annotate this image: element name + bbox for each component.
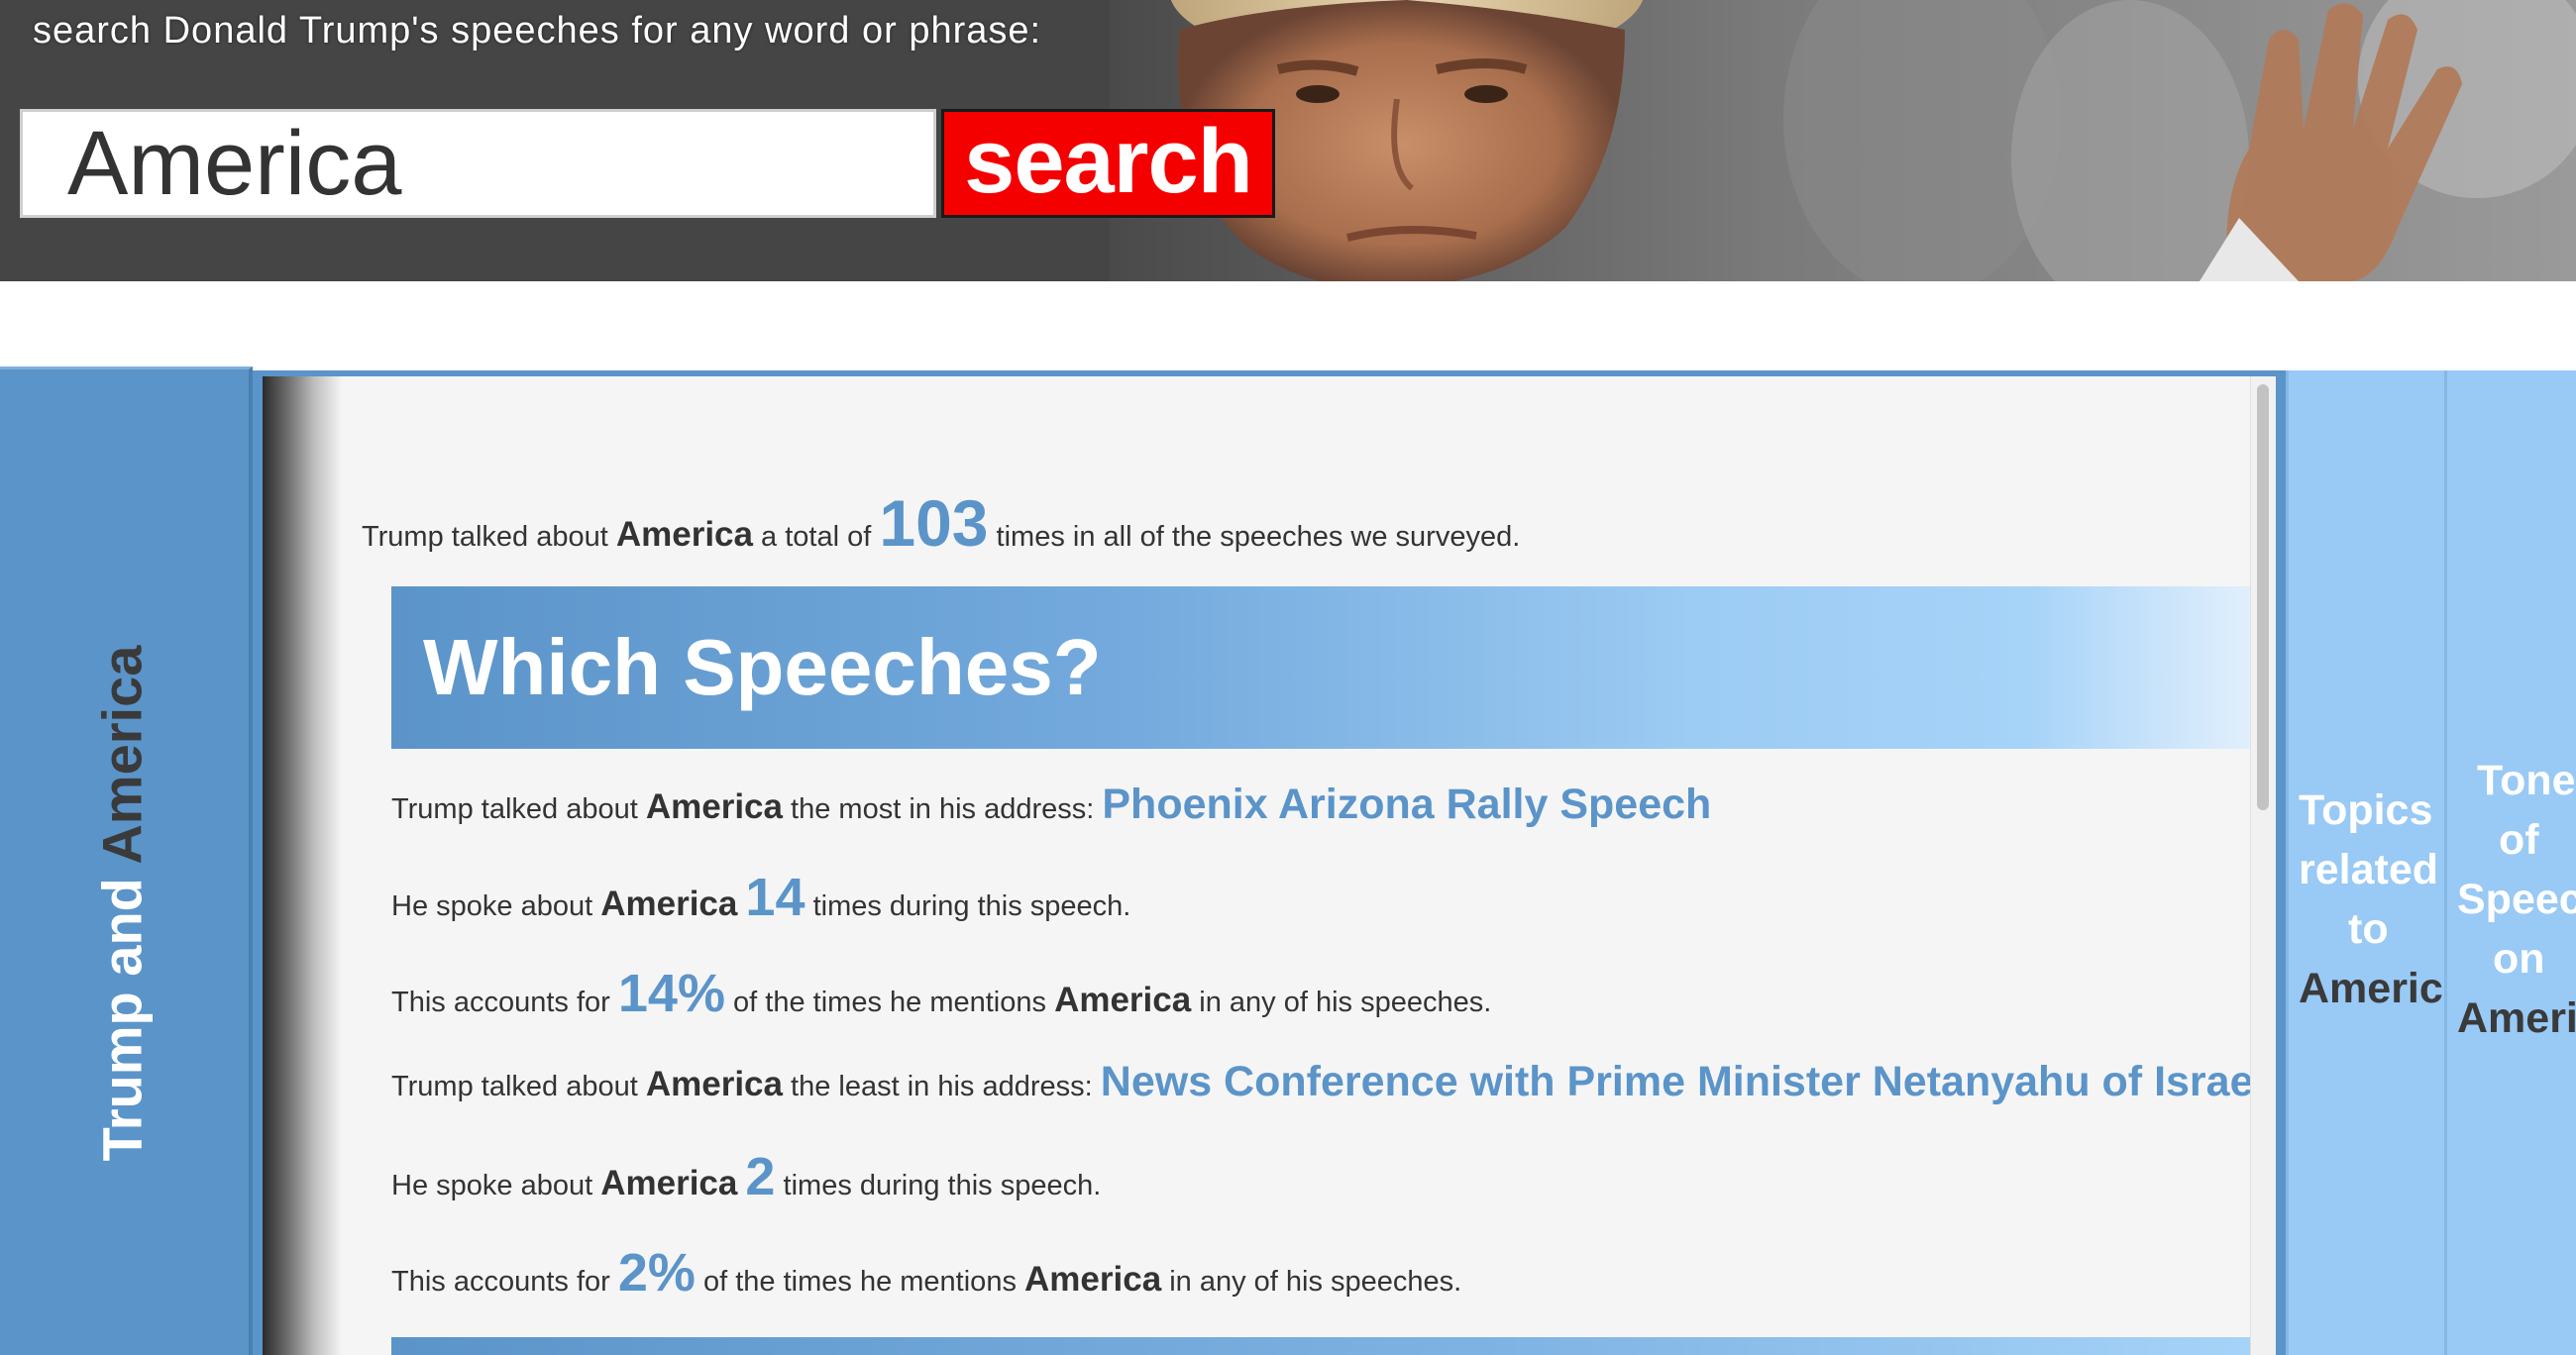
most-count-post: times during this speech. [812, 890, 1131, 922]
least-speech-link[interactable]: News Conference with Prime Minister Neta… [1101, 1058, 2254, 1105]
tab-tone-of-speech[interactable]: Tone of Speec on Ameri [2444, 370, 2576, 1355]
summary-post: times in all of the speeches we surveyed… [996, 521, 1521, 553]
search-input[interactable] [20, 109, 936, 218]
most-term: America [645, 787, 783, 826]
next-section-header [391, 1337, 2250, 1355]
tab-label-term: America [90, 645, 154, 865]
header-banner: search Donald Trump's speeches for any w… [0, 0, 2576, 281]
least-pre: Trump talked about [391, 1071, 638, 1102]
tab-tone-label: Tone of Speec on Ameri [2457, 751, 2576, 1048]
tone-line-5: Ameri [2457, 994, 2576, 1042]
most-mid: the most in his address: [791, 793, 1095, 825]
tone-line-1: Tone [2477, 757, 2576, 804]
least-percent-line: This accounts for 2% of the times he men… [391, 1242, 1461, 1303]
most-pct-mid: of the times he mentions [733, 987, 1046, 1018]
most-pre: Trump talked about [391, 793, 638, 825]
least-pct-term: America [1024, 1260, 1162, 1299]
content-panel[interactable]: Trump talked about America a total of 10… [263, 376, 2276, 1355]
topics-line-3: to [2348, 905, 2389, 953]
tab-label-prefix: Trump and [90, 878, 154, 1162]
search-prompt: search Donald Trump's speeches for any w… [33, 10, 1042, 52]
least-count-line: He spoke about America 2 times during th… [391, 1146, 1101, 1207]
most-percent-line: This accounts for 14% of the times he me… [391, 963, 1491, 1024]
tone-line-4: on [2493, 935, 2545, 983]
most-count-term: America [600, 885, 738, 923]
panel-shadow [263, 376, 342, 1355]
topics-line-4: Americ [2299, 965, 2443, 1012]
total-count: 103 [879, 486, 989, 560]
most-pct-term: America [1054, 981, 1192, 1019]
section-header-which-speeches: Which Speeches? [391, 586, 2250, 749]
section-title: Which Speeches? [423, 623, 1102, 711]
topics-line-1: Topics [2299, 786, 2433, 834]
least-speech-line: Trump talked about America the least in … [391, 1058, 2254, 1106]
tone-line-2: of [2499, 816, 2539, 864]
least-count-post: times during this speech. [783, 1170, 1102, 1201]
most-count-line: He spoke about America 14 times during t… [391, 867, 1130, 928]
least-mid: the least in his address: [791, 1071, 1093, 1102]
tab-trump-and-term-label: Trump and America [90, 646, 155, 1162]
least-pct-mid: of the times he mentions [703, 1266, 1017, 1298]
most-pct-pre: This accounts for [391, 987, 610, 1018]
most-pct-value: 14% [617, 964, 725, 1023]
least-count-term: America [600, 1164, 738, 1202]
topics-line-2: related [2299, 846, 2439, 893]
summary-pre: Trump talked about [362, 521, 608, 553]
least-count-pre: He spoke about [391, 1170, 593, 1201]
most-speech-line: Trump talked about America the most in h… [391, 781, 1711, 829]
most-count-value: 14 [745, 868, 805, 927]
least-count-value: 2 [745, 1147, 776, 1206]
most-count-pre: He spoke about [391, 890, 593, 922]
least-term: America [645, 1065, 783, 1103]
summary-mid: a total of [761, 521, 872, 553]
tab-topics-label: Topics related to Americ [2299, 781, 2443, 1018]
tab-topics-related[interactable]: Topics related to Americ [2286, 370, 2444, 1355]
least-pct-value: 2% [617, 1243, 696, 1303]
summary-term: America [615, 515, 753, 554]
most-pct-post: in any of his speeches. [1199, 987, 1492, 1018]
hero-photo [1110, 0, 2576, 281]
tone-line-3: Speec [2457, 876, 2576, 923]
least-pct-pre: This accounts for [391, 1266, 610, 1298]
scrollbar-thumb[interactable] [2257, 384, 2269, 810]
least-pct-post: in any of his speeches. [1169, 1266, 1462, 1298]
most-speech-link[interactable]: Phoenix Arizona Rally Speech [1102, 781, 1711, 828]
summary-line: Trump talked about America a total of 10… [362, 485, 1520, 561]
scrollbar-track[interactable] [2250, 376, 2276, 1355]
search-button[interactable]: search [941, 109, 1275, 218]
